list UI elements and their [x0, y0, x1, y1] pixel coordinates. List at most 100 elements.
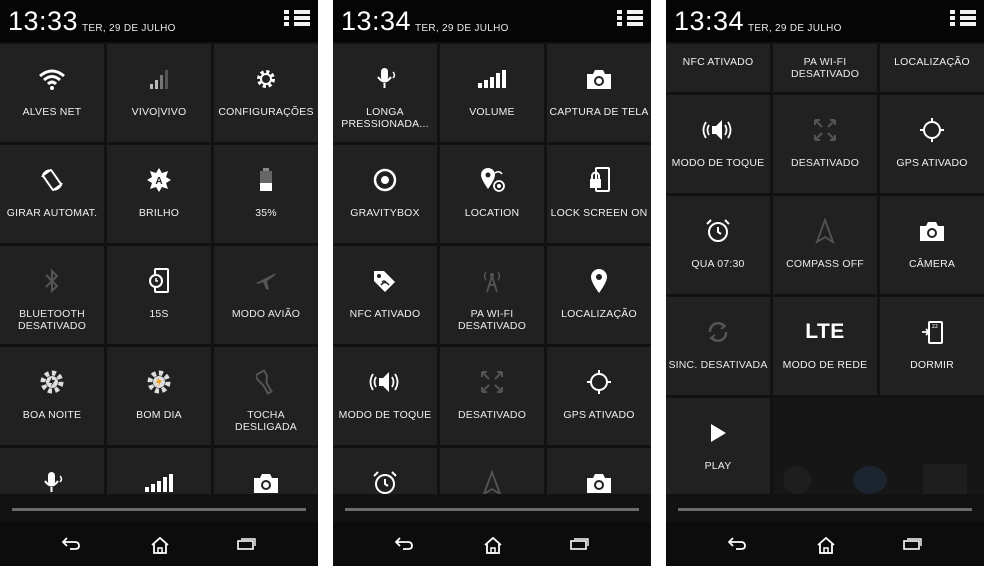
signal-icon: [107, 62, 211, 96]
recent-apps-icon[interactable]: [903, 536, 923, 550]
tile-label: MODO DE REDE: [782, 359, 868, 371]
tile-label: MODO DE TOQUE: [338, 409, 432, 421]
wifi-icon: [0, 62, 104, 96]
tile-compass[interactable]: COMPASS OFF: [773, 196, 877, 294]
tile-expanded-desktop[interactable]: DESATIVADO: [773, 95, 877, 193]
tile-label: LOCATION: [464, 207, 520, 219]
recent-apps-icon[interactable]: [570, 536, 590, 550]
location-icon: [440, 163, 544, 197]
date: TER, 29 DE JULHO: [748, 23, 842, 34]
tile-alarm[interactable]: [333, 448, 437, 494]
tile-nfc[interactable]: NFC ATIVADO: [333, 246, 437, 344]
tile-wifi-hotspot[interactable]: PA WI-FI DESATIVADO: [440, 246, 544, 344]
tile-volume[interactable]: VOLUME: [440, 44, 544, 142]
tile-label: LOCALIZAÇÃO: [561, 308, 637, 320]
tile-gps[interactable]: GPS ATIVADO: [880, 95, 984, 193]
volume-bars-icon: [107, 466, 211, 494]
clock: 13:34: [674, 6, 745, 36]
lte-icon: LTE: [773, 315, 877, 349]
tile-localizacao[interactable]: LOCALIZAÇÃO: [547, 246, 651, 344]
tile-ring-mode[interactable]: MODO DE TOQUE: [333, 347, 437, 445]
tile-label: 35%: [255, 207, 277, 219]
tile-bom-dia[interactable]: BOM DIA: [107, 347, 211, 445]
tile-label: NFC ATIVADO: [682, 56, 754, 68]
tile-airplane-mode[interactable]: MODO AVIÃO: [214, 246, 318, 344]
quick-settings-panel-2: 13:34 TER, 29 DE JULHO LONGA PRESSIONADA…: [333, 0, 651, 566]
tile-expanded-desktop[interactable]: DESATIVADO: [440, 347, 544, 445]
battery-icon: [214, 163, 318, 197]
settings-list-icon[interactable]: [284, 10, 310, 32]
scroll-indicator: [12, 508, 306, 511]
tile-wifi-hotspot[interactable]: PA WI-FI DESATIVADO: [773, 44, 877, 92]
tile-label: LOCALIZAÇÃO: [894, 56, 970, 68]
tile-voice[interactable]: [0, 448, 104, 494]
tile-label: DORMIR: [910, 359, 954, 371]
back-icon[interactable]: [728, 536, 746, 550]
navigation-bar: [333, 522, 651, 566]
tile-location[interactable]: LOCATION: [440, 145, 544, 243]
tile-ring-mode[interactable]: MODO DE TOQUE: [666, 95, 770, 193]
tile-localizacao[interactable]: LOCALIZAÇÃO: [880, 44, 984, 92]
tile-compass[interactable]: [440, 448, 544, 494]
recent-apps-icon[interactable]: [237, 536, 257, 550]
tile-label: LOCK SCREEN ON: [550, 207, 648, 219]
navigation-bar: [666, 522, 984, 566]
tile-mobile-signal[interactable]: VIVO|VIVO: [107, 44, 211, 142]
tile-label: MODO DE TOQUE: [671, 157, 765, 169]
tile-label: CAPTURA DE TELA: [549, 106, 649, 118]
tile-network-mode[interactable]: LTE MODO DE REDE: [773, 297, 877, 395]
expand-icon: [440, 365, 544, 399]
tile-camera[interactable]: [547, 448, 651, 494]
tile-label: PA WI-FI DESATIVADO: [457, 308, 527, 332]
tile-gps[interactable]: GPS ATIVADO: [547, 347, 651, 445]
tile-label: GPS ATIVADO: [563, 409, 635, 421]
clock: 13:34: [341, 6, 412, 36]
speaker-icon: [333, 365, 437, 399]
alarm-icon: [666, 214, 770, 248]
tile-screenshot[interactable]: CAPTURA DE TELA: [547, 44, 651, 142]
home-icon[interactable]: [150, 536, 170, 554]
tile-gravitybox[interactable]: GRAVITYBOX: [333, 145, 437, 243]
clock: 13:33: [8, 6, 79, 36]
tile-voice-long-press[interactable]: LONGA PRESSIONADA...: [333, 44, 437, 142]
settings-list-icon[interactable]: [950, 10, 976, 32]
expand-icon: [773, 113, 877, 147]
tile-nfc[interactable]: NFC ATIVADO: [666, 44, 770, 92]
tile-screen-timeout[interactable]: 15S: [107, 246, 211, 344]
tile-label: CÂMERA: [908, 258, 956, 270]
back-icon[interactable]: [395, 536, 413, 550]
tile-screenshot[interactable]: [214, 448, 318, 494]
home-icon[interactable]: [816, 536, 836, 554]
nfc-icon: [333, 264, 437, 298]
tile-label: BLUETOOTH DESATIVADO: [17, 308, 87, 332]
tile-brightness[interactable]: A BRILHO: [107, 145, 211, 243]
tile-alarm[interactable]: QUA 07:30: [666, 196, 770, 294]
background-wallpaper: [773, 398, 984, 494]
tile-sync[interactable]: SINC. DESATIVADA: [666, 297, 770, 395]
tile-flashlight[interactable]: TOCHA DESLIGADA: [214, 347, 318, 445]
home-icon[interactable]: [483, 536, 503, 554]
tile-volume[interactable]: [107, 448, 211, 494]
tile-auto-rotate[interactable]: GIRAR AUTOMAT.: [0, 145, 104, 243]
tile-bluetooth[interactable]: BLUETOOTH DESATIVADO: [0, 246, 104, 344]
lock-screen-icon: [547, 163, 651, 197]
tile-grid: NFC ATIVADO PA WI-FI DESATIVADO LOCALIZA…: [666, 44, 984, 494]
back-icon[interactable]: [62, 536, 80, 550]
tile-label: PLAY: [704, 460, 732, 472]
settings-list-icon[interactable]: [617, 10, 643, 32]
tile-camera[interactable]: CÂMERA: [880, 196, 984, 294]
tile-label: PA WI-FI DESATIVADO: [790, 56, 860, 80]
rotate-icon: [0, 163, 104, 197]
tile-sleep[interactable]: zz DORMIR: [880, 297, 984, 395]
tile-play[interactable]: PLAY: [666, 398, 770, 494]
camera-icon: [214, 466, 318, 494]
tile-boa-noite[interactable]: BOA NOITE: [0, 347, 104, 445]
tile-settings[interactable]: CONFIGURAÇÕES: [214, 44, 318, 142]
pin-icon: [547, 264, 651, 298]
quick-settings-panel-3: 13:34 TER, 29 DE JULHO NFC ATIVADO PA WI…: [666, 0, 984, 566]
tile-wifi[interactable]: ALVES NET: [0, 44, 104, 142]
airplane-icon: [214, 264, 318, 298]
tile-battery[interactable]: 35%: [214, 145, 318, 243]
tile-lock-screen[interactable]: LOCK SCREEN ON: [547, 145, 651, 243]
scroll-indicator: [678, 508, 972, 511]
